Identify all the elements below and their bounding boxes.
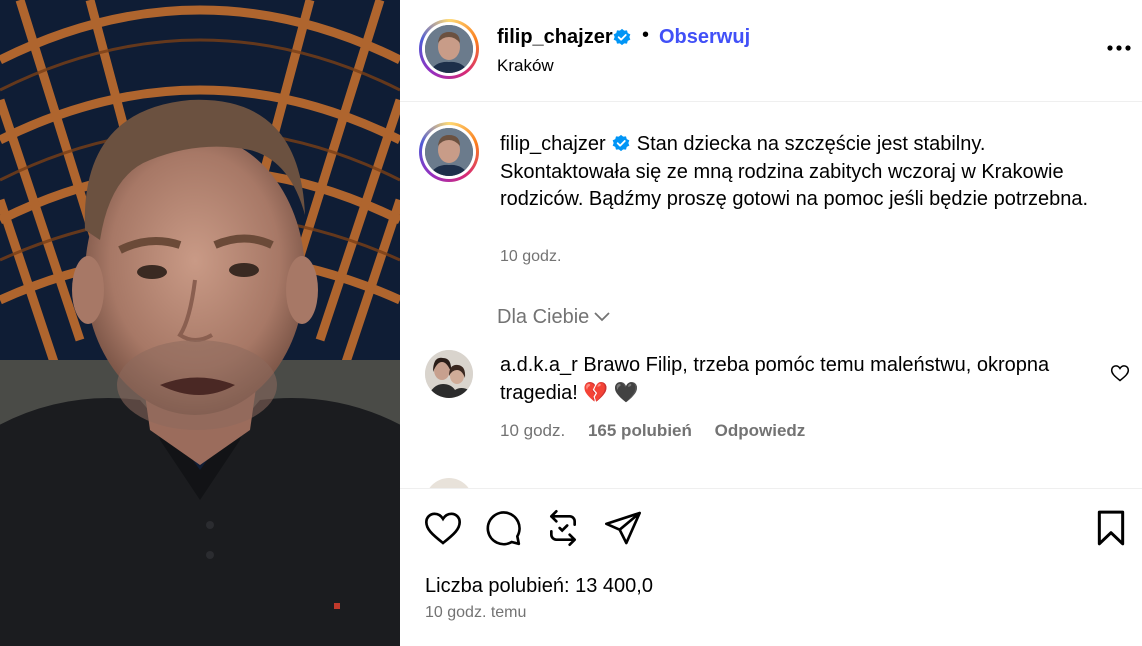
comment-username[interactable]: a.d.k.a_r <box>500 354 578 376</box>
comment-sort-label: Dla Ciebie <box>497 306 590 328</box>
post-location[interactable]: Kraków <box>497 56 554 76</box>
video-frame <box>0 0 400 646</box>
author-username[interactable]: filip_chajzer <box>497 26 613 49</box>
comment-time: 10 godz. <box>500 421 566 440</box>
avatar-photo <box>425 128 473 176</box>
comment-body: a.d.k.a_r Brawo Filip, trzeba pomóc temu… <box>500 351 1090 407</box>
post-header: filip_chajzer • Obserwuj Kraków <box>400 0 1142 102</box>
author-avatar[interactable] <box>419 19 479 79</box>
avatar-photo <box>425 25 473 73</box>
verified-badge-icon <box>613 28 631 46</box>
comments-section[interactable]: filip_chajzer Stan dziecka na szczęście … <box>400 103 1142 488</box>
send-icon[interactable] <box>603 508 643 548</box>
chevron-down-icon <box>594 312 610 322</box>
separator-dot: • <box>642 24 650 46</box>
likes-count[interactable]: Liczba polubień: 13 400,0 <box>425 575 653 598</box>
post-panel: filip_chajzer • Obserwuj Kraków filip_ch… <box>400 0 1142 646</box>
post-time[interactable]: 10 godz. temu <box>425 604 526 622</box>
caption-username[interactable]: filip_chajzer <box>500 133 606 155</box>
comment-sort-dropdown[interactable]: Dla Ciebie <box>497 306 611 329</box>
comment-heart-icon[interactable] <box>1110 363 1130 383</box>
more-options-icon[interactable] <box>1100 36 1136 60</box>
caption-author-avatar[interactable] <box>419 122 479 182</box>
caption-time: 10 godz. <box>500 248 562 265</box>
comment-likes[interactable]: 165 polubień <box>588 421 692 440</box>
comment-icon[interactable] <box>483 508 523 548</box>
avatar-photo <box>425 350 473 398</box>
post-media[interactable] <box>0 0 400 646</box>
commenter-avatar[interactable] <box>425 478 473 488</box>
verified-badge-icon <box>612 134 630 152</box>
heart-icon[interactable] <box>423 508 463 548</box>
reply-button[interactable]: Odpowiedz <box>715 421 806 440</box>
commenter-avatar[interactable] <box>425 350 473 398</box>
comment-text: Brawo Filip, trzeba pomóc temu maleństwu… <box>500 354 1050 404</box>
comment-meta: 10 godz. 165 polubień Odpowiedz <box>500 421 823 441</box>
post-caption: filip_chajzer Stan dziecka na szczęście … <box>500 131 1100 214</box>
bookmark-icon[interactable] <box>1091 508 1131 548</box>
follow-button[interactable]: Obserwuj <box>659 26 750 49</box>
repost-icon[interactable] <box>543 508 583 548</box>
post-actions: Liczba polubień: 13 400,0 10 godz. temu <box>400 488 1142 646</box>
